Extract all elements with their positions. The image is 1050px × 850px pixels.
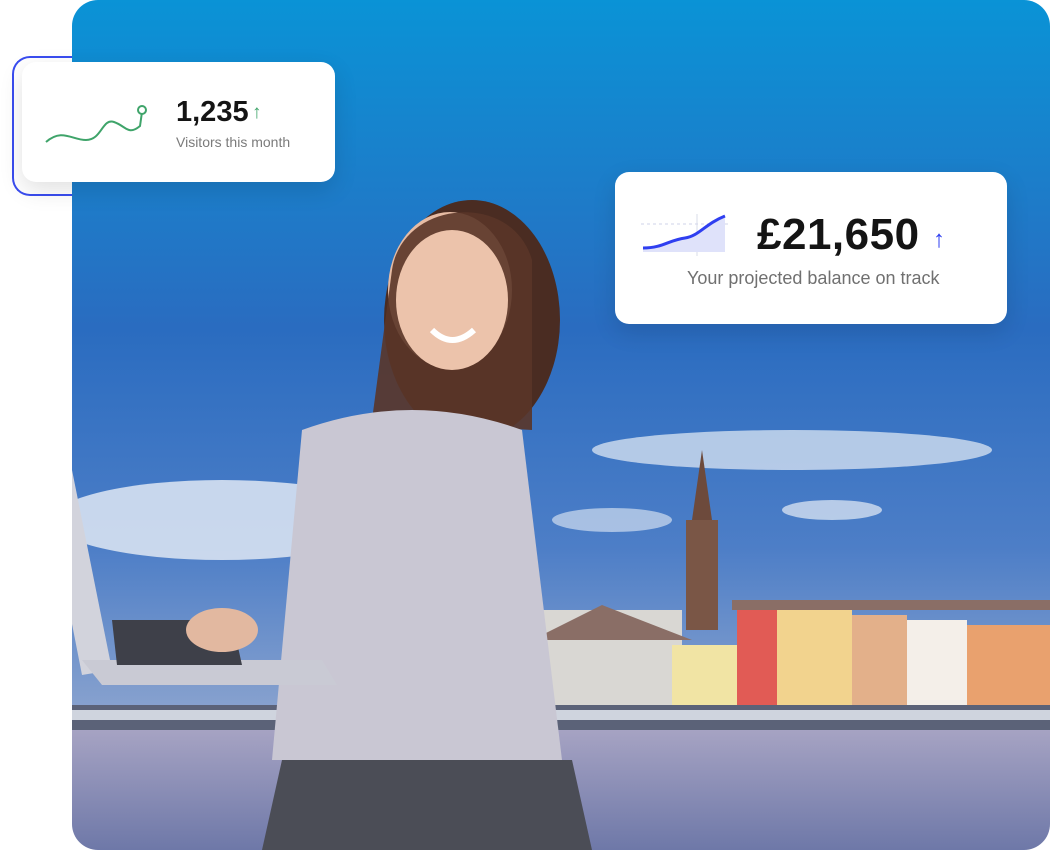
visitors-caption: Visitors this month — [176, 134, 291, 150]
visitors-sparkline-icon — [45, 105, 147, 143]
visitors-value: 1,235 — [176, 96, 249, 128]
balance-card: £21,650 ↑ Your projected balance on trac… — [615, 172, 1007, 324]
balance-value: £21,650 — [757, 210, 920, 259]
balance-caption: Your projected balance on track — [687, 268, 940, 288]
balance-sparkline-icon — [641, 214, 731, 256]
visitors-card: 1,235 ↑ Visitors this month — [12, 56, 335, 196]
arrow-up-icon: ↑ — [252, 102, 262, 123]
arrow-up-icon: ↑ — [933, 226, 945, 253]
